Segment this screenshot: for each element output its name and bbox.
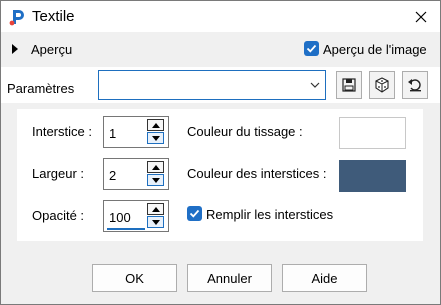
preview-row: Aperçu Aperçu de l'image <box>1 33 440 66</box>
dice-icon <box>375 77 389 93</box>
save-preset-button[interactable] <box>336 71 362 99</box>
gap-color-label: Couleur des interstices : <box>187 166 327 181</box>
params-row: Paramètres <box>1 67 440 103</box>
expand-triangle-icon[interactable] <box>12 44 18 54</box>
opacite-value[interactable]: 100 <box>109 210 131 225</box>
window-title: Textile <box>32 8 75 25</box>
arrow-down-icon <box>151 219 160 225</box>
weave-color-label: Couleur du tissage : <box>187 124 303 139</box>
preview-toggle[interactable]: Aperçu <box>31 42 72 57</box>
reset-button[interactable] <box>402 71 428 99</box>
randomize-button[interactable] <box>369 71 395 99</box>
opacite-decrement-button[interactable] <box>147 216 164 228</box>
cancel-button[interactable]: Annuler <box>187 264 272 292</box>
close-button[interactable] <box>401 1 440 32</box>
reset-icon <box>408 79 421 92</box>
largeur-value[interactable]: 2 <box>109 168 116 183</box>
app-logo-icon <box>9 10 24 26</box>
ok-button[interactable]: OK <box>92 264 177 292</box>
title-bar: Textile <box>1 1 440 32</box>
image-preview-label[interactable]: Aperçu de l'image <box>323 42 427 57</box>
close-icon <box>415 11 426 22</box>
arrow-down-icon <box>151 177 160 183</box>
textile-dialog: Textile Aperçu Aperçu de l'image Paramèt… <box>0 0 441 305</box>
opacite-label: Opacité : <box>32 208 85 223</box>
arrow-down-icon <box>151 135 160 141</box>
largeur-label: Largeur : <box>32 166 85 181</box>
largeur-stepper[interactable]: 2 <box>103 158 169 190</box>
settings-panel: Interstice : 1 Largeur : 2 Opacité: 100… <box>17 109 423 241</box>
save-icon <box>342 78 356 92</box>
checkmark-icon <box>189 209 200 218</box>
largeur-decrement-button[interactable] <box>147 174 164 186</box>
fill-gaps-checkbox[interactable] <box>187 206 202 221</box>
interstice-label: Interstice : <box>32 124 92 139</box>
checkmark-icon <box>306 44 317 53</box>
interstice-increment-button[interactable] <box>147 119 164 131</box>
interstice-value[interactable]: 1 <box>109 126 116 141</box>
opacite-increment-button[interactable] <box>147 203 164 215</box>
arrow-up-icon <box>151 206 160 212</box>
chevron-down-icon[interactable] <box>308 78 322 92</box>
arrow-up-icon <box>151 164 160 170</box>
focus-underline <box>107 228 145 230</box>
fill-gaps-label[interactable]: Remplir les interstices <box>206 207 333 222</box>
image-preview-checkbox[interactable] <box>304 41 319 56</box>
help-button[interactable]: Aide <box>282 264 367 292</box>
largeur-increment-button[interactable] <box>147 161 164 173</box>
interstice-decrement-button[interactable] <box>147 132 164 144</box>
gap-color-swatch[interactable] <box>339 160 406 192</box>
params-label: Paramètres <box>7 81 75 96</box>
interstice-stepper[interactable]: 1 <box>103 116 169 148</box>
opacite-stepper[interactable]: 100 <box>103 200 169 232</box>
arrow-up-icon <box>151 122 160 128</box>
weave-color-swatch[interactable] <box>339 117 406 149</box>
preset-combobox[interactable] <box>98 70 326 100</box>
